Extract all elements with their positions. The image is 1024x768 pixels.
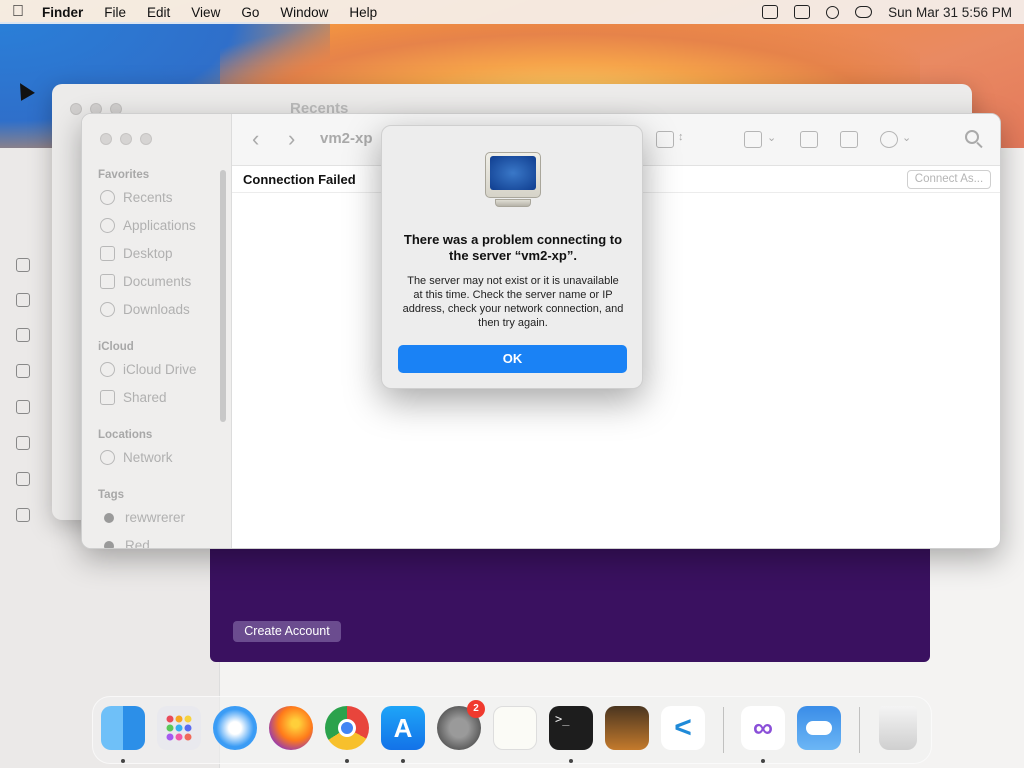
screen-mirroring-icon[interactable] (794, 5, 811, 19)
control-center-icon[interactable] (855, 6, 873, 18)
group-icon[interactable] (744, 131, 762, 148)
menu-bar:  Finder File Edit View Go Window Help S… (0, 0, 1024, 24)
paper-plane-icon (16, 364, 30, 378)
sidebar-item-tag-rewwrerer[interactable]: rewwrerer (100, 510, 185, 525)
finder-icon[interactable] (101, 706, 145, 750)
textedit-icon[interactable] (493, 706, 537, 750)
vscode-icon[interactable]: < (661, 706, 705, 750)
applications-icon (100, 218, 115, 233)
sidebar-item-icloud-drive[interactable]: iCloud Drive (100, 362, 197, 377)
updates-icon (16, 508, 30, 522)
running-indicator (401, 759, 405, 763)
tag-dot-icon (104, 512, 114, 523)
traffic-lights (100, 133, 152, 145)
finder-sidebar: Favorites Recents Applications Desktop D… (82, 114, 232, 548)
launchpad-icon[interactable] (157, 706, 201, 750)
weather-icon[interactable] (797, 706, 841, 750)
notification-badge: 2 (467, 700, 485, 718)
menu-file[interactable]: File (104, 5, 126, 20)
system-settings-icon[interactable]: 2 (437, 700, 485, 750)
close-button[interactable] (100, 133, 112, 145)
sidebar-item-documents[interactable]: Documents (100, 274, 191, 289)
cloud-icon (100, 362, 115, 377)
rocket-icon (16, 400, 30, 414)
tag-icon[interactable] (840, 131, 858, 148)
sidebar-item-recents[interactable]: Recents (100, 190, 173, 205)
sidebar-item-network[interactable]: Network (100, 450, 173, 465)
chrome-icon[interactable] (325, 706, 369, 750)
sidebar-item-downloads[interactable]: Downloads (100, 302, 190, 317)
brush-icon (16, 328, 30, 342)
running-indicator (761, 759, 765, 763)
create-account-button[interactable]: Create Account (233, 621, 341, 642)
trash-icon[interactable] (879, 706, 917, 750)
chevron-updown-icon[interactable]: ↕ (678, 131, 684, 143)
running-indicator (345, 759, 349, 763)
download-icon (100, 302, 115, 317)
menubar-clock[interactable]: Sun Mar 31 5:56 PM (888, 5, 1012, 20)
icon-view-icon[interactable] (656, 131, 674, 148)
apple-menu-icon[interactable]:  (12, 3, 24, 21)
forward-arrow-icon[interactable]: › (288, 126, 295, 152)
terminal-icon[interactable]: >_ (549, 706, 593, 750)
hammer-icon (16, 436, 30, 450)
tag-dot-icon (104, 540, 114, 548)
app-store-icon[interactable]: A (381, 706, 425, 750)
star-icon (16, 258, 30, 272)
arcade-icon (16, 293, 30, 307)
sidebar-scrollbar[interactable] (220, 170, 226, 422)
back-arrow-icon[interactable]: ‹ (252, 126, 259, 152)
safari-icon[interactable] (213, 706, 257, 750)
window-title: vm2-xp (320, 130, 373, 147)
menu-edit[interactable]: Edit (147, 5, 170, 20)
document-icon (100, 274, 115, 289)
sidebar-item-shared[interactable]: Shared (100, 390, 167, 405)
share-icon[interactable] (800, 131, 818, 148)
dock-separator (723, 707, 724, 753)
sidebar-item-tag-red[interactable]: Red (100, 538, 150, 548)
chevron-down-icon[interactable]: ⌄ (902, 131, 911, 144)
visual-studio-icon[interactable]: ∞ (741, 706, 785, 750)
clock-icon (100, 190, 115, 205)
input-source-icon[interactable] (762, 5, 779, 19)
sidebar-item-desktop[interactable]: Desktop (100, 246, 173, 261)
ok-button[interactable]: OK (398, 345, 627, 373)
running-indicator (121, 759, 125, 763)
sidebar-section-tags: Tags (98, 489, 124, 501)
desktop-icon (100, 246, 115, 261)
more-actions-icon[interactable] (880, 131, 898, 148)
grid-icon (16, 472, 30, 486)
search-icon[interactable] (965, 130, 979, 144)
purple-banner-panel (210, 536, 930, 662)
sidebar-section-icloud: iCloud (98, 341, 134, 353)
sidebar-section-favorites: Favorites (98, 169, 150, 181)
zoom-button[interactable] (140, 133, 152, 145)
chevron-down-icon[interactable]: ⌄ (767, 131, 776, 144)
garageband-icon[interactable] (605, 706, 649, 750)
spotlight-search-icon[interactable] (826, 5, 840, 19)
firefox-icon[interactable] (269, 706, 313, 750)
connection-failed-label: Connection Failed (243, 172, 356, 187)
menu-help[interactable]: Help (349, 5, 377, 20)
sidebar-section-locations: Locations (98, 429, 153, 441)
menu-window[interactable]: Window (280, 5, 328, 20)
running-indicator (569, 759, 573, 763)
menu-app-finder[interactable]: Finder (42, 5, 83, 20)
globe-icon (100, 450, 115, 465)
dock: A 2 >_ < ∞ (92, 696, 932, 764)
connect-as-button[interactable]: Connect As... (907, 170, 991, 189)
minimize-button[interactable] (120, 133, 132, 145)
sidebar-item-applications[interactable]: Applications (100, 218, 196, 233)
menu-go[interactable]: Go (241, 5, 259, 20)
menu-view[interactable]: View (191, 5, 220, 20)
computer-monitor-icon (485, 152, 541, 210)
alert-message: The server may not exist or it is unavai… (402, 275, 624, 329)
connection-error-alert: There was a problem connecting to the se… (381, 125, 643, 389)
shared-folder-icon (100, 390, 115, 405)
close-button[interactable] (70, 103, 82, 115)
dock-separator (859, 707, 860, 753)
alert-title: There was a problem connecting to the se… (403, 232, 623, 263)
